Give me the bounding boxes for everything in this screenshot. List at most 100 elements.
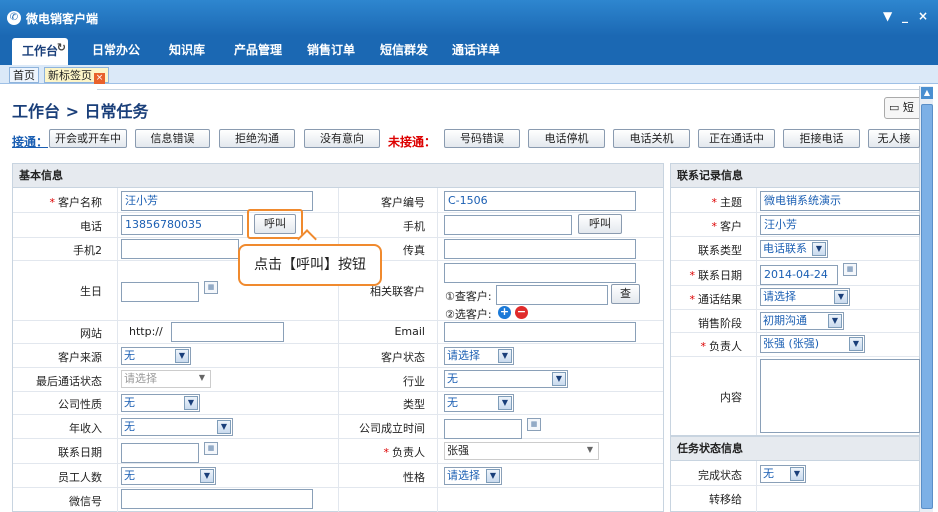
customer-field[interactable]: 汪小芳 [760, 215, 920, 235]
divider [13, 414, 663, 415]
menu-daily-office[interactable]: 日常办公 [92, 36, 140, 65]
category-select[interactable]: 无 ▼ [444, 394, 514, 412]
annual-income-label: 年收入 [69, 422, 102, 435]
status-button-busy-meeting[interactable]: 开会或开车中 [49, 129, 127, 148]
calendar-icon[interactable]: ▦ [204, 442, 218, 455]
menu-call-records[interactable]: 通话详单 [452, 36, 500, 65]
contact-type-label: 联系类型 [698, 244, 742, 257]
calendar-icon[interactable]: ▦ [204, 281, 218, 294]
chat-icon: ▭ [889, 101, 900, 114]
status-button-suspended[interactable]: 电话停机 [528, 129, 605, 148]
call-result-label: * 通话结果 [689, 293, 743, 306]
mobile2-field[interactable] [121, 239, 239, 259]
tab-home[interactable]: 首页 [9, 67, 39, 83]
remove-icon[interactable]: − [515, 306, 528, 319]
divider [13, 237, 663, 238]
related-customer-field[interactable] [444, 263, 636, 283]
status-button-no-interest[interactable]: 没有意向 [304, 129, 380, 148]
source-select[interactable]: 无 ▼ [121, 347, 191, 365]
close-icon[interactable]: × [918, 9, 928, 23]
customer-no-field[interactable]: C-1506 [444, 191, 636, 211]
annual-income-select[interactable]: 无 ▼ [121, 418, 233, 436]
tab-new[interactable]: 新标签页 × [44, 67, 109, 84]
sms-button[interactable]: ▭ 短 [884, 97, 924, 119]
chevron-down-icon: ▼ [849, 337, 863, 351]
customer-label: * 客户 [711, 220, 743, 233]
calendar-icon[interactable]: ▦ [527, 418, 541, 431]
email-field[interactable] [444, 322, 636, 342]
website-field[interactable] [171, 322, 284, 342]
vertical-scrollbar[interactable]: ▲ [919, 86, 933, 512]
fax-field[interactable] [444, 239, 636, 259]
company-nature-label: 公司性质 [58, 398, 102, 411]
customer-status-select[interactable]: 请选择 ▼ [444, 347, 514, 365]
founded-field[interactable] [444, 419, 522, 439]
divider [13, 367, 663, 368]
customer-no-label: 客户编号 [381, 196, 425, 209]
calendar-icon[interactable]: ▦ [843, 263, 857, 276]
scroll-up-icon[interactable]: ▲ [921, 87, 933, 99]
owner-select[interactable]: 张强 ▼ [444, 442, 599, 460]
birthday-label: 生日 [80, 285, 102, 298]
menu-sales-orders[interactable]: 销售订单 [307, 36, 355, 65]
contact-type-select[interactable]: 电话联系 ▼ [760, 240, 828, 258]
status-button-info-error[interactable]: 信息错误 [135, 129, 210, 148]
minimize-icon[interactable]: _ [902, 9, 908, 23]
status-button-refused[interactable]: 拒绝沟通 [219, 129, 295, 148]
divider [671, 332, 919, 333]
subject-field[interactable]: 微电销系统演示 [760, 191, 920, 211]
status-button-powered-off[interactable]: 电话关机 [613, 129, 690, 148]
sales-stage-select[interactable]: 初期沟通 ▼ [760, 312, 844, 330]
status-button-in-call[interactable]: 正在通话中 [698, 129, 775, 148]
divider [13, 438, 663, 439]
founded-label: 公司成立时间 [359, 422, 425, 435]
search-customer-button[interactable]: 查 [611, 284, 640, 304]
personality-select[interactable]: 请选择 ▼ [444, 467, 502, 485]
search-customer-field[interactable] [496, 285, 608, 305]
customer-name-field[interactable]: 汪小芳 [121, 191, 313, 211]
scrollbar-thumb[interactable] [921, 104, 933, 509]
status-button-no-answer[interactable]: 无人接 [868, 129, 920, 148]
menu-products[interactable]: 产品管理 [234, 36, 282, 65]
status-button-wrong-number[interactable]: 号码错误 [444, 129, 520, 148]
chevron-down-icon: ▼ [834, 290, 848, 304]
subject-label: * 主题 [711, 196, 743, 209]
select-customer-label: ②选客户: [445, 308, 492, 321]
status-button-rejected[interactable]: 拒接电话 [783, 129, 860, 148]
connected-label[interactable]: 接通： [12, 133, 48, 150]
menu-knowledge-base[interactable]: 知识库 [169, 36, 205, 65]
task-status-title: 任务状态信息 [671, 437, 919, 461]
industry-select[interactable]: 无 ▼ [444, 370, 568, 388]
chevron-down-icon: ▼ [200, 469, 214, 483]
add-icon[interactable]: + [498, 306, 511, 319]
content-textarea[interactable] [760, 359, 920, 433]
staff-count-select[interactable]: 无 ▼ [121, 467, 216, 485]
dropdown-icon[interactable]: ▼ [883, 9, 892, 23]
title-bar: ✆ 微电销客户端 ▼ _ × [0, 0, 938, 36]
phone-field[interactable]: 13856780035 [121, 215, 243, 235]
refresh-icon[interactable]: ↻ [57, 35, 66, 61]
wechat-field[interactable] [121, 489, 313, 509]
done-status-select[interactable]: 无 ▼ [760, 465, 806, 483]
chevron-down-icon: ▼ [198, 373, 206, 382]
divider [13, 487, 663, 488]
call-mobile-button[interactable]: 呼叫 [578, 214, 622, 234]
tab-close-icon[interactable]: × [94, 73, 105, 84]
contact-record-title: 联系记录信息 [671, 164, 919, 188]
call-result-select[interactable]: 请选择 ▼ [760, 288, 850, 306]
app-title: 微电销客户端 [26, 12, 99, 26]
mobile-field[interactable] [444, 215, 572, 235]
mobile2-label: 手机2 [73, 244, 102, 257]
contact-date-field-right[interactable]: 2014-04-24 [760, 265, 838, 285]
customer-name-label: * 客户名称 [49, 196, 103, 209]
menu-workbench[interactable]: 工作台 ↻ [12, 35, 69, 65]
menu-sms[interactable]: 短信群发 [380, 36, 428, 65]
birthday-field[interactable] [121, 282, 199, 302]
company-nature-select[interactable]: 无 ▼ [121, 394, 200, 412]
contact-owner-select[interactable]: 张强 (张强) ▼ [760, 335, 865, 353]
last-call-status-select: 请选择 ▼ [121, 370, 211, 388]
contact-date-field[interactable] [121, 443, 199, 463]
divider [13, 320, 663, 321]
contact-date-label: 联系日期 [58, 446, 102, 459]
divider [756, 461, 757, 512]
